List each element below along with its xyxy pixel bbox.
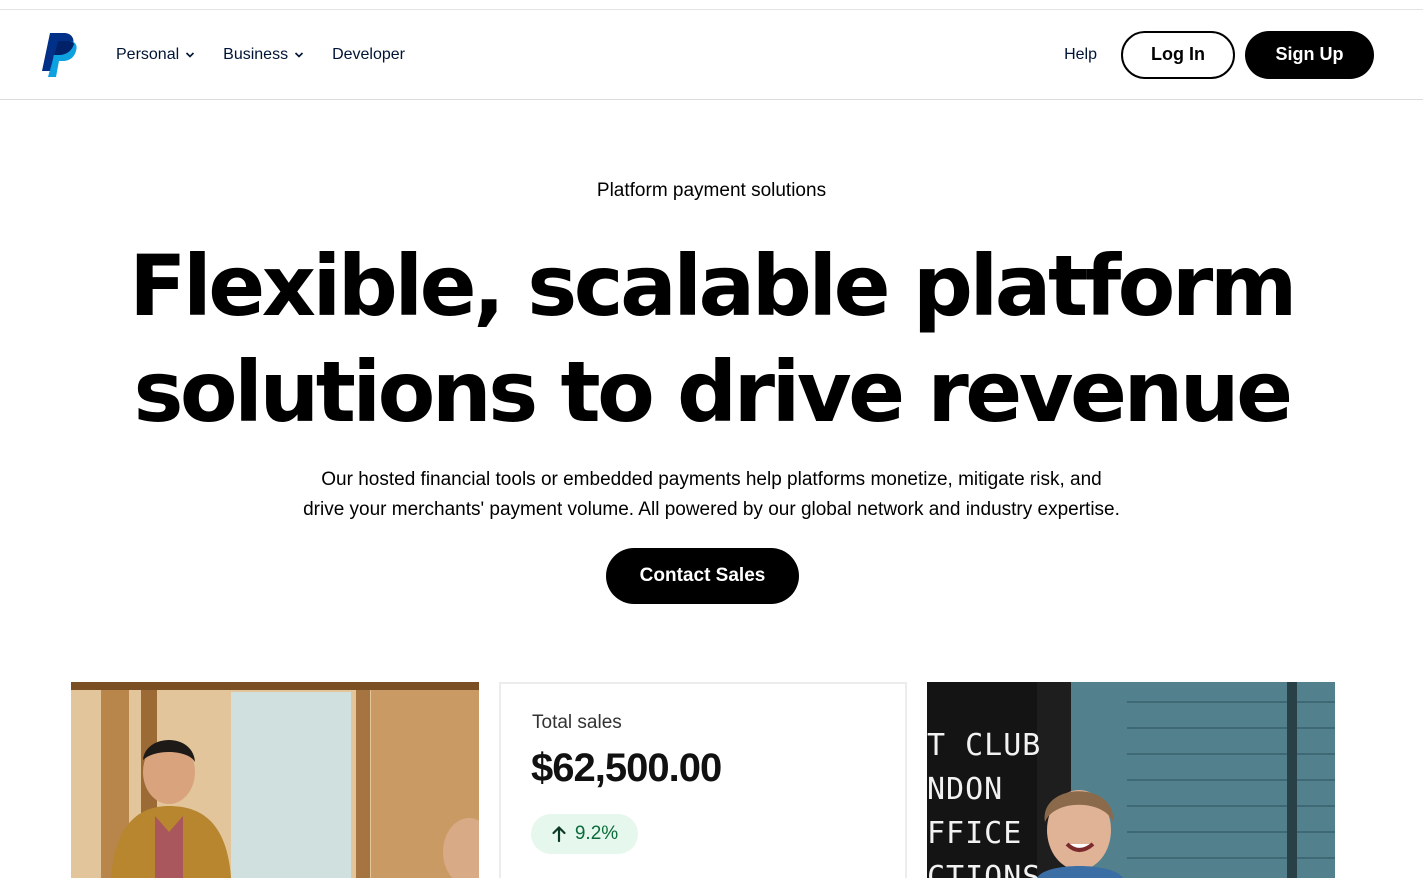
sales-change-value: 9.2% <box>574 823 619 844</box>
sales-change-badge: 9.2% <box>531 814 638 854</box>
total-sales-value: $62,500.00 <box>531 746 722 790</box>
arrow-up-icon <box>552 825 566 843</box>
chevron-down-icon <box>186 51 195 58</box>
paypal-logo-icon[interactable] <box>38 31 78 79</box>
site-header: Personal Business Developer Help Log In … <box>0 10 1423 100</box>
contact-sales-button[interactable]: Contact Sales <box>606 548 799 604</box>
photo-card-left <box>71 682 479 878</box>
person-at-desk-photo-icon <box>71 682 479 878</box>
nav-business[interactable]: Business <box>223 46 304 64</box>
hero-description-line-1: Our hosted financial tools or embedded p… <box>321 469 1102 490</box>
nav-developer[interactable]: Developer <box>332 46 405 64</box>
hero-description: Our hosted financial tools or embedded p… <box>0 465 1423 525</box>
login-button[interactable]: Log In <box>1121 30 1235 79</box>
hero-headline-line-2: solutions to drive revenue <box>133 343 1293 441</box>
photo-card-right: T CLUB NDON FFICE CTIONS <box>927 682 1335 878</box>
signup-button[interactable]: Sign Up <box>1245 30 1374 79</box>
nav-personal-label: Personal <box>116 45 180 63</box>
sign-line-4: CTIONS <box>927 860 1042 878</box>
nav-developer-label: Developer <box>332 45 406 63</box>
primary-nav: Personal Business Developer <box>116 46 405 64</box>
hero-description-line-2: drive your merchants' payment volume. Al… <box>303 499 1120 520</box>
club-sign-text: T CLUB NDON FFICE CTIONS <box>927 724 1041 878</box>
hero-headline-line-1: Flexible, scalable platform <box>129 237 1297 335</box>
sign-line-2: NDON <box>927 772 1004 807</box>
sign-line-1: T CLUB <box>927 728 1042 763</box>
hero-headline: Flexible, scalable platform solutions to… <box>0 233 1423 445</box>
total-sales-card: Total sales $62,500.00 9.2% <box>499 682 907 878</box>
nav-business-label: Business <box>223 45 289 63</box>
sign-line-3: FFICE <box>927 816 1023 851</box>
nav-personal[interactable]: Personal <box>116 46 195 64</box>
total-sales-label: Total sales <box>532 712 622 733</box>
header-actions: Help Log In Sign Up <box>1064 30 1374 79</box>
help-link[interactable]: Help <box>1064 46 1097 64</box>
chevron-down-icon <box>295 51 304 58</box>
browser-top-strip <box>0 0 1423 10</box>
hero-eyebrow: Platform payment solutions <box>596 180 827 201</box>
